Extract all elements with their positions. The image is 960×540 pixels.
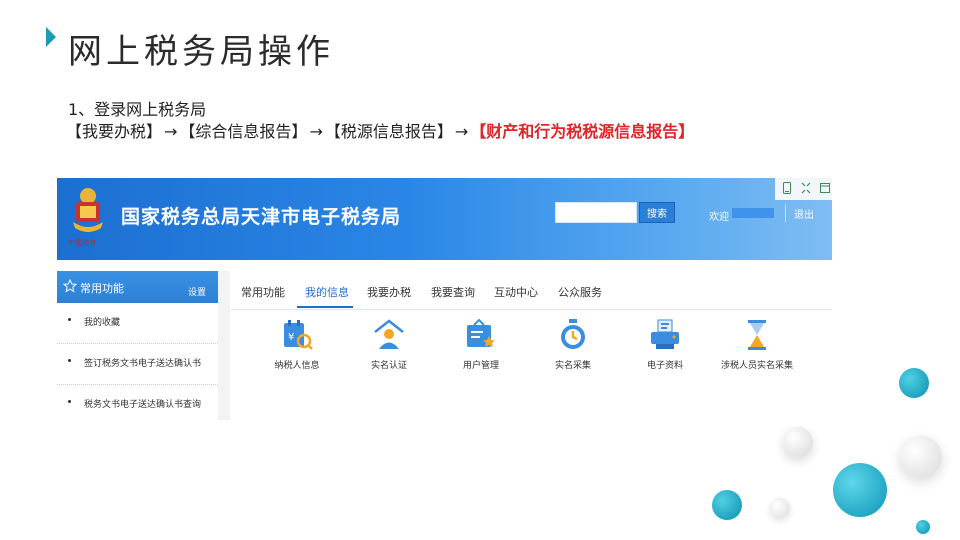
app-label: 实名采集: [554, 361, 591, 371]
app-e-documents[interactable]: 电子资料: [620, 318, 710, 371]
tab-query[interactable]: 我要查询: [431, 284, 475, 300]
path-step-2: 【综合信息报告】: [179, 122, 308, 141]
path-step-3: 【税源信息报告】: [324, 122, 453, 141]
app-label: 实名认证: [370, 361, 407, 371]
sidebar-item-favorites[interactable]: 我的收藏: [57, 303, 218, 344]
path-arrow: →: [164, 122, 178, 141]
sidebar-settings-link[interactable]: 设置: [188, 285, 206, 298]
star-icon: [63, 279, 77, 293]
user-management-icon: [467, 318, 495, 347]
site-header: 中国税务 国家税务总局天津市电子税务局 搜索 欢迎 退出: [57, 178, 832, 260]
username-redacted: [732, 208, 774, 218]
search-button[interactable]: 搜索: [639, 202, 675, 223]
navigation-path: 【我要办税】 → 【综合信息报告】 → 【税源信息报告】 → 【财产和行为税税源信息报告】: [66, 118, 694, 142]
sidebar: 常用功能 设置 我的收藏 签订税务文书电子送达确认书 税务文书电子送达确认书查询: [57, 271, 218, 420]
app-grid: ¥ 纳税人信息 实名认证 用户管理 实名采集 电子资料 涉税人员实名采集: [231, 318, 832, 418]
app-real-name-collect[interactable]: 实名采集: [528, 318, 618, 371]
app-label: 纳税人信息: [274, 361, 320, 371]
site-name: 国家税务总局天津市电子税务局: [121, 206, 402, 228]
phone-icon[interactable]: [782, 182, 792, 194]
app-tax-staff-collect[interactable]: 涉税人员实名采集: [712, 318, 802, 371]
decor-bubble: [783, 427, 813, 457]
svg-text:¥: ¥: [288, 332, 294, 343]
path-arrow: →: [454, 122, 469, 141]
app-user-management[interactable]: 用户管理: [436, 318, 526, 371]
app-label: 电子资料: [646, 361, 683, 371]
decor-bubble: [900, 436, 942, 478]
tab-my-info[interactable]: 我的信息: [305, 284, 349, 300]
expand-icon[interactable]: [801, 182, 811, 194]
tab-common-functions[interactable]: 常用功能: [241, 284, 285, 300]
app-taxpayer-info[interactable]: ¥ 纳税人信息: [252, 318, 342, 371]
sidebar-list: 我的收藏 签订税务文书电子送达确认书 税务文书电子送达确认书查询: [57, 303, 218, 420]
tab-public-services[interactable]: 公众服务: [558, 284, 602, 300]
bullet-icon: [68, 318, 71, 321]
logout-link[interactable]: 退出: [794, 206, 814, 221]
sidebar-title: 常用功能: [80, 282, 124, 295]
sidebar-item-confirmation-query[interactable]: 税务文书电子送达确认书查询: [57, 385, 218, 420]
decor-bubble: [712, 490, 742, 520]
path-arrow: →: [309, 122, 323, 141]
real-name-auth-icon: [374, 319, 404, 349]
title-marker-icon: [46, 27, 56, 47]
main-tabs: 常用功能 我的信息 我要办税 我要查询 互动中心 公众服务: [231, 271, 832, 310]
sidebar-item-sign-confirmation[interactable]: 签订税务文书电子送达确认书: [57, 344, 218, 385]
taxpayer-info-icon: ¥: [284, 320, 313, 350]
slide-title: 网上税务局操作: [68, 32, 334, 72]
tax-bureau-screenshot: 中国税务 国家税务总局天津市电子税务局 搜索 欢迎 退出 常用功能 设置 我的收…: [57, 178, 832, 420]
decor-bubble: [899, 368, 929, 398]
app-label: 用户管理: [462, 361, 499, 371]
tax-staff-collect-icon: [748, 320, 766, 350]
bullet-icon: [68, 359, 71, 362]
decor-bubble: [770, 498, 790, 518]
path-step-target: 【财产和行为税税源信息报告】: [470, 122, 695, 141]
header-separator: [785, 204, 786, 222]
sidebar-divider: [218, 271, 230, 420]
bullet-icon: [68, 400, 71, 403]
sidebar-item-label: 税务文书电子送达确认书查询: [84, 400, 202, 410]
e-documents-icon: [651, 319, 679, 349]
real-name-collect-icon: [561, 319, 585, 349]
sidebar-header: 常用功能 设置: [57, 271, 218, 303]
app-real-name-auth[interactable]: 实名认证: [344, 318, 434, 371]
sidebar-item-label: 我的收藏: [84, 318, 121, 328]
step-description: 1、登录网上税务局: [68, 100, 207, 119]
window-toolbar: [775, 178, 832, 200]
emblem-caption: 中国税务: [68, 239, 96, 247]
search-input[interactable]: [555, 202, 637, 223]
welcome-text: 欢迎: [709, 212, 729, 223]
tab-tax-handling[interactable]: 我要办税: [367, 284, 411, 300]
sidebar-item-label: 签订税务文书电子送达确认书: [84, 359, 202, 369]
decor-bubble: [916, 520, 930, 534]
tab-interaction-center[interactable]: 互动中心: [494, 284, 538, 300]
active-tab-indicator: [297, 306, 353, 308]
national-emblem-icon: [73, 188, 103, 232]
window-icon[interactable]: [820, 182, 830, 194]
path-step-1: 【我要办税】: [66, 122, 163, 141]
decor-bubble: [833, 463, 887, 517]
app-label: 涉税人员实名采集: [720, 361, 793, 371]
